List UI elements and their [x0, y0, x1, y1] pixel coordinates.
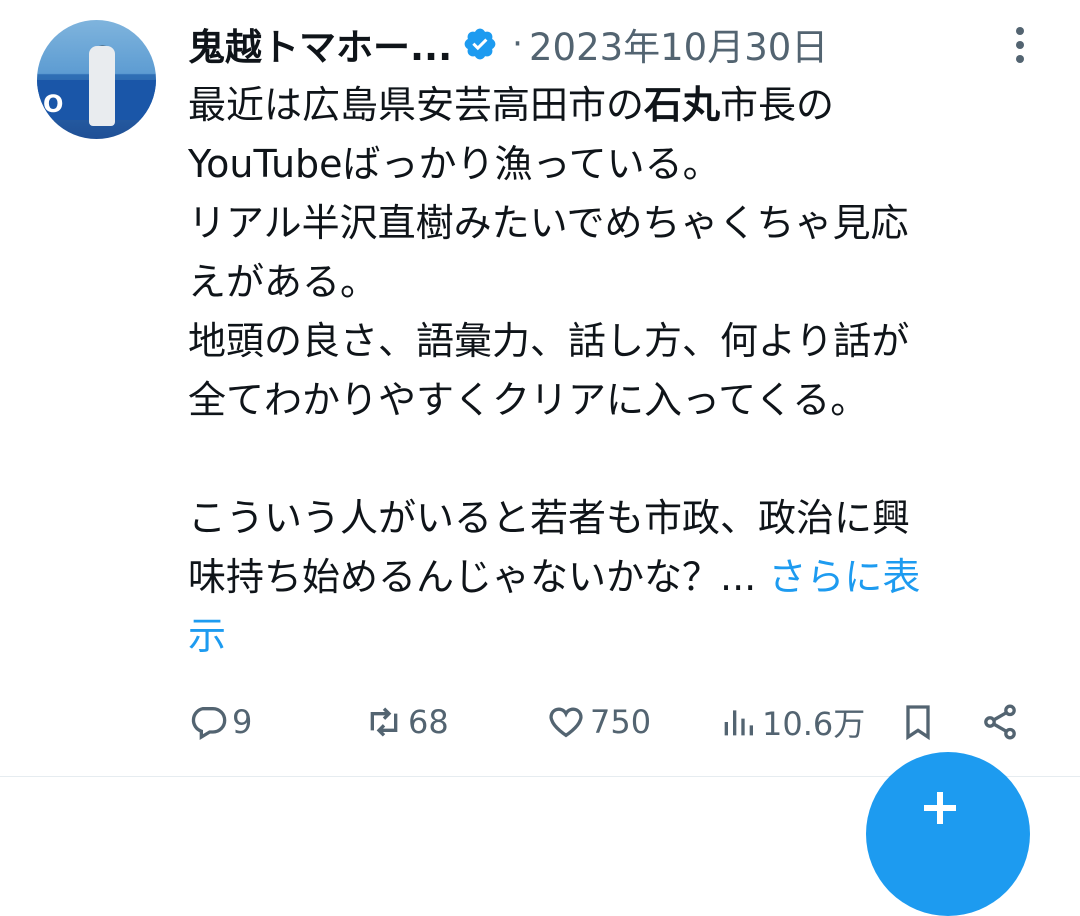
compose-button[interactable]	[866, 752, 1030, 916]
avatar-figure	[89, 46, 115, 126]
avatar-text: O	[43, 90, 64, 118]
tweet-line: 最近は広島県安芸高田市の石丸市長の	[188, 83, 835, 127]
heart-icon	[549, 707, 583, 738]
reply-button[interactable]: 9	[188, 694, 252, 750]
show-more-link[interactable]: さらに表	[768, 555, 920, 599]
reply-icon	[191, 707, 227, 740]
bookmark-icon	[906, 705, 930, 741]
header-separator: ·	[512, 24, 523, 64]
tweet-line: リアル半沢直樹みたいでめちゃくちゃ見応	[188, 201, 909, 245]
tweet-line: 示	[188, 607, 1048, 666]
tweet-line: 地頭の良さ、語彙力、話し方、何より話が	[188, 319, 910, 363]
bookmark-button[interactable]	[898, 694, 938, 750]
like-count: 750	[590, 703, 652, 741]
tweet-header: 鬼越トマホー... · 2023年10月30日	[188, 18, 828, 70]
verified-badge-icon	[464, 28, 496, 60]
action-bar: 9 68 750 10.6万	[188, 694, 1038, 750]
more-vertical-icon[interactable]	[1000, 20, 1040, 70]
like-button[interactable]: 750	[546, 694, 651, 750]
share-button[interactable]	[980, 694, 1020, 750]
tweet-line: えがある。	[188, 260, 379, 304]
retweet-button[interactable]: 68	[364, 694, 449, 750]
compose-plus-icon	[924, 792, 956, 824]
author-avatar[interactable]: O	[37, 20, 156, 139]
tweet-date[interactable]: 2023年10月30日	[529, 17, 828, 71]
tweet-text: 最近は広島県安芸高田市の石丸市長の YouTubeばっかり漁っている。 リアル半…	[188, 76, 1048, 666]
show-more-link-cont[interactable]: 示	[188, 614, 226, 658]
tweet-line: こういう人がいると若者も市政、政治に興	[188, 496, 911, 540]
tweet-line: 全てわかりやすくクリアに入ってくる。	[188, 378, 869, 422]
tweet-line: YouTubeばっかり漁っている。	[188, 142, 721, 186]
tweet-line: 味持ち始めるんじゃないかな？... さらに表	[188, 555, 921, 599]
author-name[interactable]: 鬼越トマホー...	[188, 17, 452, 71]
reply-count: 9	[232, 703, 253, 741]
retweet-icon	[370, 707, 398, 737]
views-chart-icon	[724, 710, 753, 736]
views-count: 10.6万	[762, 705, 866, 743]
retweet-count: 68	[408, 703, 449, 741]
views-button[interactable]: 10.6万	[718, 694, 865, 750]
share-icon	[984, 704, 1016, 740]
